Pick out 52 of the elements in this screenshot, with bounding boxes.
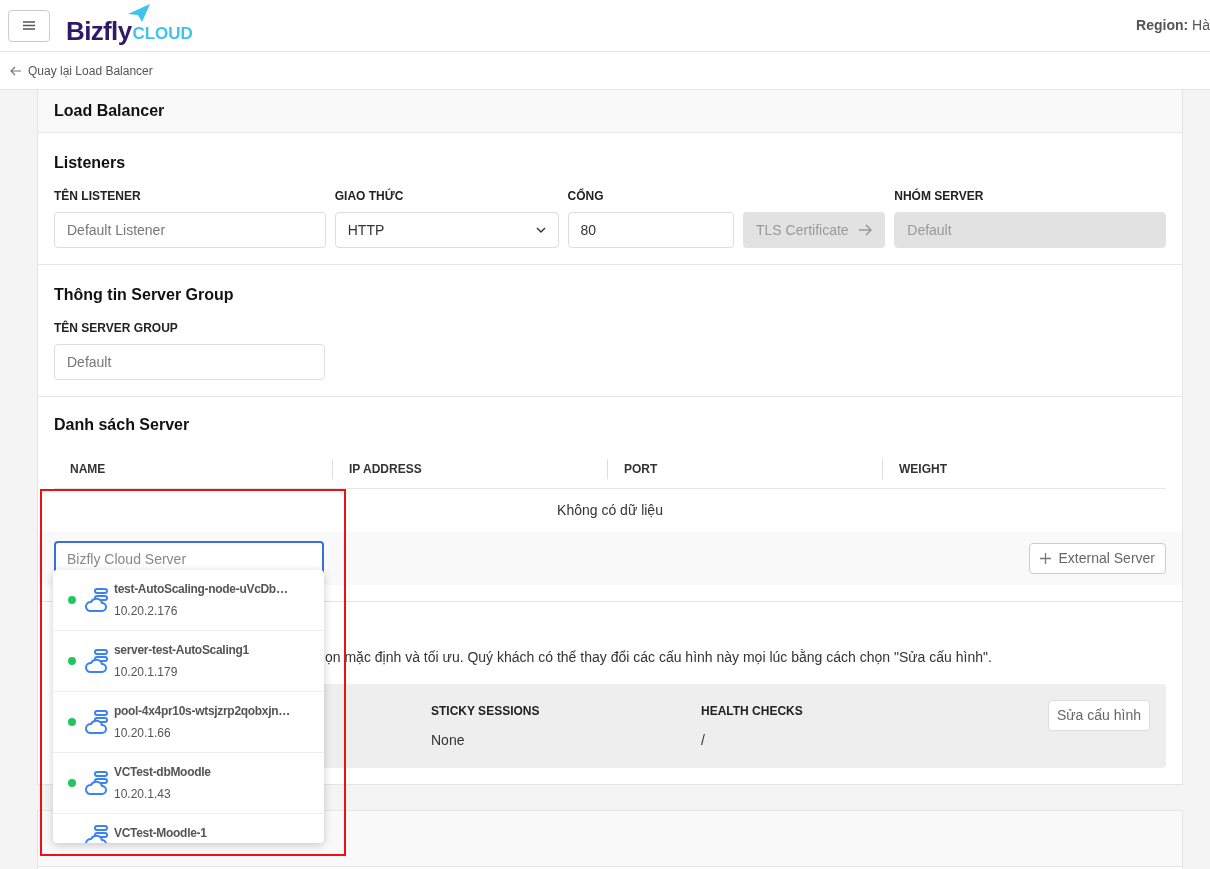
server-name: pool-4x4pr10s-wtsjzrp2qobxjn… [114, 703, 290, 720]
server-ip: 10.20.2.176 [114, 603, 179, 620]
column-header: IP ADDRESS [348, 460, 422, 478]
chevron-down-icon [535, 227, 546, 233]
server-ip: 10.20.1.43 [114, 786, 172, 803]
menu-icon [23, 21, 35, 30]
cloud-server-icon [82, 709, 108, 735]
config-value: None [431, 730, 466, 750]
field-label: CỔNG [567, 187, 605, 205]
cloud-server-icon [82, 648, 108, 674]
protocol-select[interactable]: HTTP [334, 212, 559, 248]
server-name: VCTest-dbMoodle [114, 764, 211, 781]
logo: BizflyCLOUD [66, 7, 193, 44]
back-link[interactable]: Quay lại Load Balancer [10, 61, 153, 80]
server-name: server-test-AutoScaling1 [114, 642, 249, 659]
server-ip: 10.20.1.66 [114, 725, 172, 742]
dropdown-item[interactable]: test-AutoScaling-node-uVcDb… 10.20.2.176 [53, 570, 324, 631]
config-label: STICKY SESSIONS [431, 702, 541, 720]
input-field[interactable]: 80 [567, 212, 735, 248]
region-label: Region: Hà [1136, 16, 1210, 35]
page-title: Load Balancer [54, 101, 165, 121]
cloud-server-icon [82, 587, 108, 613]
external-server-button[interactable]: External Server [1028, 543, 1166, 574]
server-name: VCTest-Moodle-1 [114, 825, 207, 842]
section-title: Danh sách Server [54, 415, 191, 435]
input-field[interactable]: Default [54, 344, 325, 380]
config-value: / [701, 730, 706, 750]
section-title: Listeners [54, 153, 127, 173]
column-header: PORT [623, 460, 658, 478]
dropdown-item[interactable]: pool-4x4pr10s-wtsjzrp2qobxjn… 10.20.1.66 [53, 692, 324, 753]
field-label: TÊN SERVER GROUP [54, 319, 179, 337]
server-name: test-AutoScaling-node-uVcDb… [114, 581, 288, 598]
column-header: WEIGHT [898, 460, 947, 478]
cloud-server-icon [82, 770, 108, 796]
edit-config-button[interactable]: Sửa cấu hình [1047, 700, 1150, 731]
section-title: Thông tin Server Group [54, 285, 235, 305]
field-label: TÊN LISTENER [54, 187, 142, 205]
paper-plane-icon [128, 3, 150, 22]
config-label: HEALTH CHECKS [701, 702, 804, 720]
dropdown-item[interactable]: VCTest-Moodle-1 [53, 814, 324, 843]
dropdown-item[interactable]: server-test-AutoScaling1 10.20.1.179 [53, 631, 324, 692]
server-ip: 10.20.1.179 [114, 664, 179, 681]
input-field[interactable]: Default Listener [54, 212, 326, 248]
dropdown-item[interactable]: VCTest-dbMoodle 10.20.1.43 [53, 753, 324, 814]
arrow-left-icon [10, 65, 22, 76]
field-label: GIAO THỨC [334, 187, 405, 205]
plus-icon [1039, 553, 1051, 564]
menu-button[interactable] [8, 9, 50, 42]
empty-message: Không có dữ liệu [557, 501, 663, 520]
arrow-right-icon [858, 224, 873, 236]
field-label: NHÓM SERVER [894, 187, 985, 205]
column-header: NAME [69, 460, 106, 478]
